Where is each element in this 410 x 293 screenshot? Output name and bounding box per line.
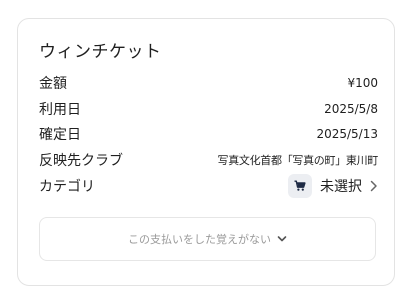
club-value: 写真文化首都「写真の町」東川町 [217,154,379,167]
category-selector[interactable]: 未選択 [288,174,378,198]
confirmed-date-value: 2025/5/13 [316,127,378,141]
confirmed-date-label: 確定日 [39,127,81,143]
report-button-label: この支払いをした覚えがない [128,233,271,246]
usage-date-label: 利用日 [39,102,81,118]
card-title: ウィンチケット [39,42,162,62]
usage-date-value: 2025/5/8 [324,102,378,116]
report-unrecognized-payment-button[interactable]: この支払いをした覚えがない [39,217,376,261]
row-club: 反映先クラブ 写真文化首都「写真の町」東川町 [39,148,378,172]
chevron-down-icon [277,235,287,243]
row-usage-date: 利用日 2025/5/8 [39,97,378,121]
row-category[interactable]: カテゴリ 未選択 [39,174,378,198]
category-label: カテゴリ [39,179,95,195]
row-confirmed-date: 確定日 2025/5/13 [39,122,378,146]
cart-icon [288,174,312,198]
amount-label: 金額 [39,76,67,92]
category-value: 未選択 [320,179,362,195]
row-amount: 金額 ¥100 [39,71,378,95]
amount-value: ¥100 [347,76,378,90]
chevron-right-icon [370,180,378,192]
club-label: 反映先クラブ [39,153,123,169]
payment-detail-card: ウィンチケット 金額 ¥100 利用日 2025/5/8 確定日 2025/5/… [17,18,395,286]
